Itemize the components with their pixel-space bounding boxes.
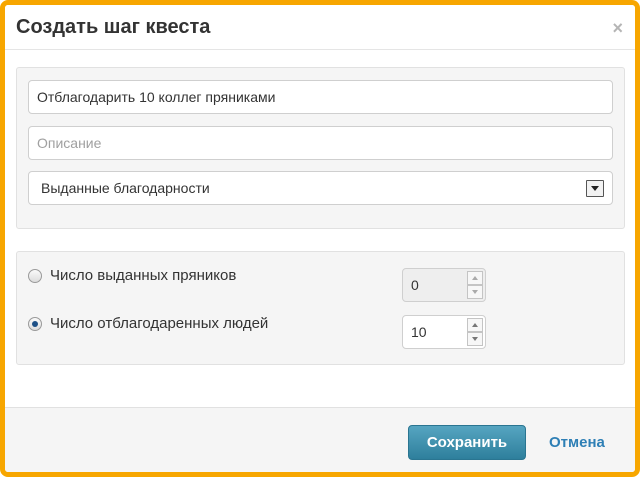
quest-step-dialog: Создать шаг квеста × Отблагодарить 10 ко… bbox=[0, 0, 640, 477]
criteria-option-label: Число отблагодаренных людей bbox=[50, 315, 269, 332]
stepper-value: 0 bbox=[411, 277, 419, 293]
step-details-panel: Отблагодарить 10 коллег пряниками Описан… bbox=[16, 67, 625, 229]
radio-button-checked[interactable] bbox=[28, 317, 42, 331]
save-button[interactable]: Сохранить bbox=[408, 425, 526, 460]
stepper-value: 10 bbox=[411, 324, 427, 340]
step-name-input[interactable]: Отблагодарить 10 коллег пряниками bbox=[28, 80, 613, 114]
step-type-selected-value: Выданные благодарности bbox=[41, 180, 210, 196]
dialog-title: Создать шаг квеста bbox=[16, 16, 211, 38]
stepper-up-icon[interactable] bbox=[467, 271, 483, 285]
stepper-down-icon[interactable] bbox=[467, 332, 483, 346]
close-icon[interactable]: × bbox=[612, 19, 623, 37]
dialog-header: Создать шаг квеста × bbox=[5, 5, 635, 50]
criteria-option-label: Число выданных пряников bbox=[50, 267, 237, 284]
radio-button[interactable] bbox=[28, 269, 42, 283]
gingerbreads-count-stepper[interactable]: 0 bbox=[402, 268, 486, 302]
stepper-up-icon[interactable] bbox=[467, 318, 483, 332]
description-input[interactable]: Описание bbox=[28, 126, 613, 160]
dialog-footer: Сохранить Отмена bbox=[5, 407, 635, 472]
chevron-down-icon[interactable] bbox=[586, 180, 604, 197]
step-type-select[interactable]: Выданные благодарности bbox=[28, 171, 613, 205]
people-count-stepper[interactable]: 10 bbox=[402, 315, 486, 349]
stepper-buttons bbox=[467, 318, 483, 346]
criteria-panel: Число выданных пряников 0 Число отблагод… bbox=[16, 251, 625, 365]
stepper-down-icon[interactable] bbox=[467, 285, 483, 299]
cancel-link[interactable]: Отмена bbox=[549, 434, 605, 451]
stepper-buttons bbox=[467, 271, 483, 299]
